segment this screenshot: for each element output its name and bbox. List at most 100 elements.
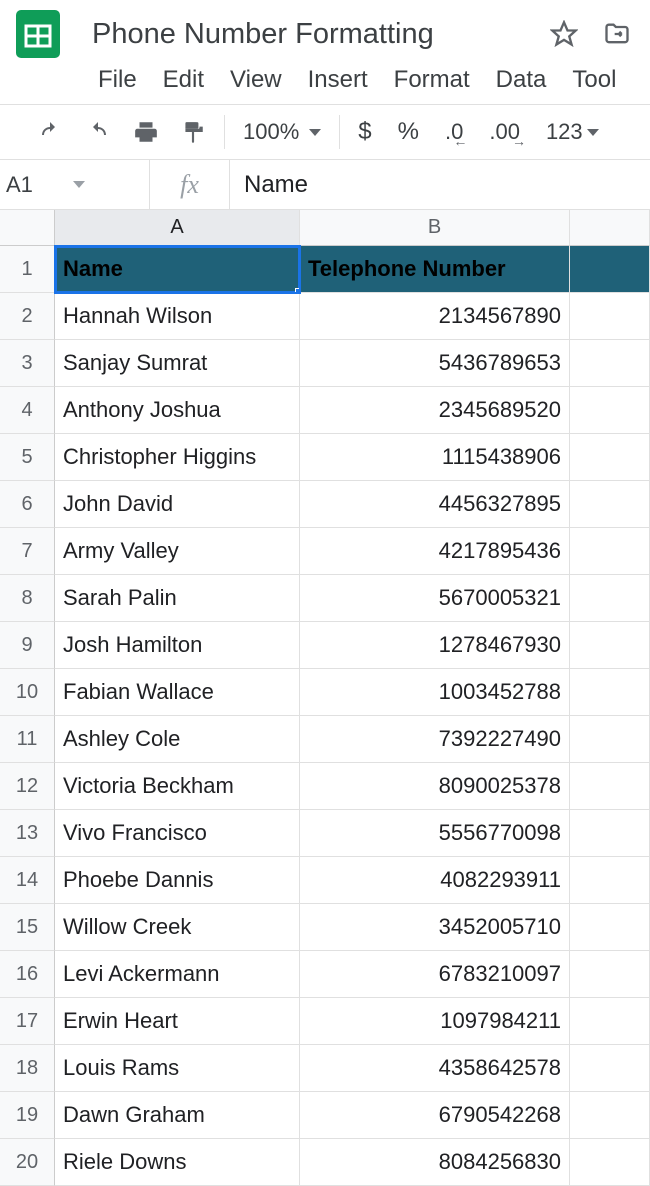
cell[interactable]: Christopher Higgins [55, 434, 300, 481]
cell[interactable]: 8090025378 [300, 763, 570, 810]
column-header-c[interactable] [570, 210, 650, 246]
name-box[interactable]: A1 [0, 160, 150, 209]
cell[interactable] [570, 387, 650, 434]
cell[interactable]: 6790542268 [300, 1092, 570, 1139]
cell[interactable]: 5436789653 [300, 340, 570, 387]
menu-data[interactable]: Data [496, 66, 547, 94]
cell-a1-selected[interactable]: Name [55, 246, 300, 293]
row-header[interactable]: 15 [0, 904, 55, 951]
row-header[interactable]: 10 [0, 669, 55, 716]
row-header[interactable]: 1 [0, 246, 55, 293]
cell[interactable]: Hannah Wilson [55, 293, 300, 340]
cell[interactable]: 1115438906 [300, 434, 570, 481]
cell[interactable] [570, 951, 650, 998]
cell[interactable]: 4456327895 [300, 481, 570, 528]
format-currency-button[interactable]: $ [358, 118, 371, 146]
cell[interactable]: 4358642578 [300, 1045, 570, 1092]
column-header-b[interactable]: B [300, 210, 570, 246]
menu-insert[interactable]: Insert [308, 66, 368, 94]
redo-button[interactable] [84, 120, 112, 144]
row-header[interactable]: 2 [0, 293, 55, 340]
cell[interactable]: Sanjay Sumrat [55, 340, 300, 387]
cell[interactable] [570, 1092, 650, 1139]
cell[interactable] [570, 1045, 650, 1092]
cell[interactable]: 6783210097 [300, 951, 570, 998]
cell[interactable]: Phoebe Dannis [55, 857, 300, 904]
cell[interactable]: Louis Rams [55, 1045, 300, 1092]
cell[interactable]: Erwin Heart [55, 998, 300, 1045]
cell[interactable]: John David [55, 481, 300, 528]
cell[interactable]: Victoria Beckham [55, 763, 300, 810]
sheets-app-icon[interactable] [12, 8, 64, 60]
cell[interactable]: 2345689520 [300, 387, 570, 434]
cell[interactable] [570, 716, 650, 763]
row-header[interactable]: 19 [0, 1092, 55, 1139]
cell[interactable] [570, 481, 650, 528]
column-header-a[interactable]: A [55, 210, 300, 246]
cell[interactable]: Fabian Wallace [55, 669, 300, 716]
cell[interactable]: Ashley Cole [55, 716, 300, 763]
row-header[interactable]: 17 [0, 998, 55, 1045]
row-header[interactable]: 8 [0, 575, 55, 622]
cell[interactable]: 8084256830 [300, 1139, 570, 1186]
row-header[interactable]: 16 [0, 951, 55, 998]
selection-handle[interactable] [295, 288, 300, 293]
row-header[interactable]: 14 [0, 857, 55, 904]
row-header[interactable]: 11 [0, 716, 55, 763]
menu-file[interactable]: File [98, 66, 137, 94]
cell[interactable]: Willow Creek [55, 904, 300, 951]
cell[interactable] [570, 246, 650, 293]
cell[interactable] [570, 763, 650, 810]
cell[interactable]: Levi Ackermann [55, 951, 300, 998]
print-button[interactable] [132, 119, 160, 145]
row-header[interactable]: 18 [0, 1045, 55, 1092]
cell[interactable]: Army Valley [55, 528, 300, 575]
cell[interactable] [570, 904, 650, 951]
row-header[interactable]: 6 [0, 481, 55, 528]
cell[interactable]: Josh Hamilton [55, 622, 300, 669]
cell[interactable]: 5670005321 [300, 575, 570, 622]
cell[interactable] [570, 434, 650, 481]
document-title[interactable]: Phone Number Formatting [92, 18, 434, 51]
cell-b1[interactable]: Telephone Number [300, 246, 570, 293]
row-header[interactable]: 3 [0, 340, 55, 387]
cell[interactable] [570, 340, 650, 387]
menu-tool[interactable]: Tool [572, 66, 616, 94]
cell[interactable]: 4082293911 [300, 857, 570, 904]
row-header[interactable]: 9 [0, 622, 55, 669]
cell[interactable]: 4217895436 [300, 528, 570, 575]
cell[interactable] [570, 669, 650, 716]
paint-format-button[interactable] [180, 118, 206, 146]
zoom-dropdown[interactable]: 100% [243, 119, 321, 145]
cell[interactable]: 2134567890 [300, 293, 570, 340]
number-format-dropdown[interactable]: 123 [546, 119, 599, 145]
cell[interactable]: Riele Downs [55, 1139, 300, 1186]
cell[interactable] [570, 528, 650, 575]
undo-button[interactable] [36, 120, 64, 144]
row-header[interactable]: 12 [0, 763, 55, 810]
cell[interactable]: 1097984211 [300, 998, 570, 1045]
row-header[interactable]: 5 [0, 434, 55, 481]
cell[interactable]: 1003452788 [300, 669, 570, 716]
menu-format[interactable]: Format [394, 66, 470, 94]
cell[interactable]: Vivo Francisco [55, 810, 300, 857]
menu-view[interactable]: View [230, 66, 282, 94]
cell[interactable] [570, 575, 650, 622]
row-header[interactable]: 7 [0, 528, 55, 575]
cell[interactable]: 3452005710 [300, 904, 570, 951]
row-header[interactable]: 4 [0, 387, 55, 434]
cell[interactable]: 1278467930 [300, 622, 570, 669]
menu-edit[interactable]: Edit [163, 66, 204, 94]
star-icon[interactable] [550, 20, 578, 48]
decrease-decimal-button[interactable]: .0← [445, 119, 463, 145]
cell[interactable]: Sarah Palin [55, 575, 300, 622]
cell[interactable] [570, 857, 650, 904]
cell[interactable]: Anthony Joshua [55, 387, 300, 434]
select-all-corner[interactable] [0, 210, 55, 246]
format-percent-button[interactable]: % [398, 118, 419, 146]
increase-decimal-button[interactable]: .00→ [489, 119, 520, 145]
move-to-folder-icon[interactable] [602, 20, 632, 48]
cell[interactable] [570, 1139, 650, 1186]
row-header[interactable]: 13 [0, 810, 55, 857]
cell[interactable]: Dawn Graham [55, 1092, 300, 1139]
